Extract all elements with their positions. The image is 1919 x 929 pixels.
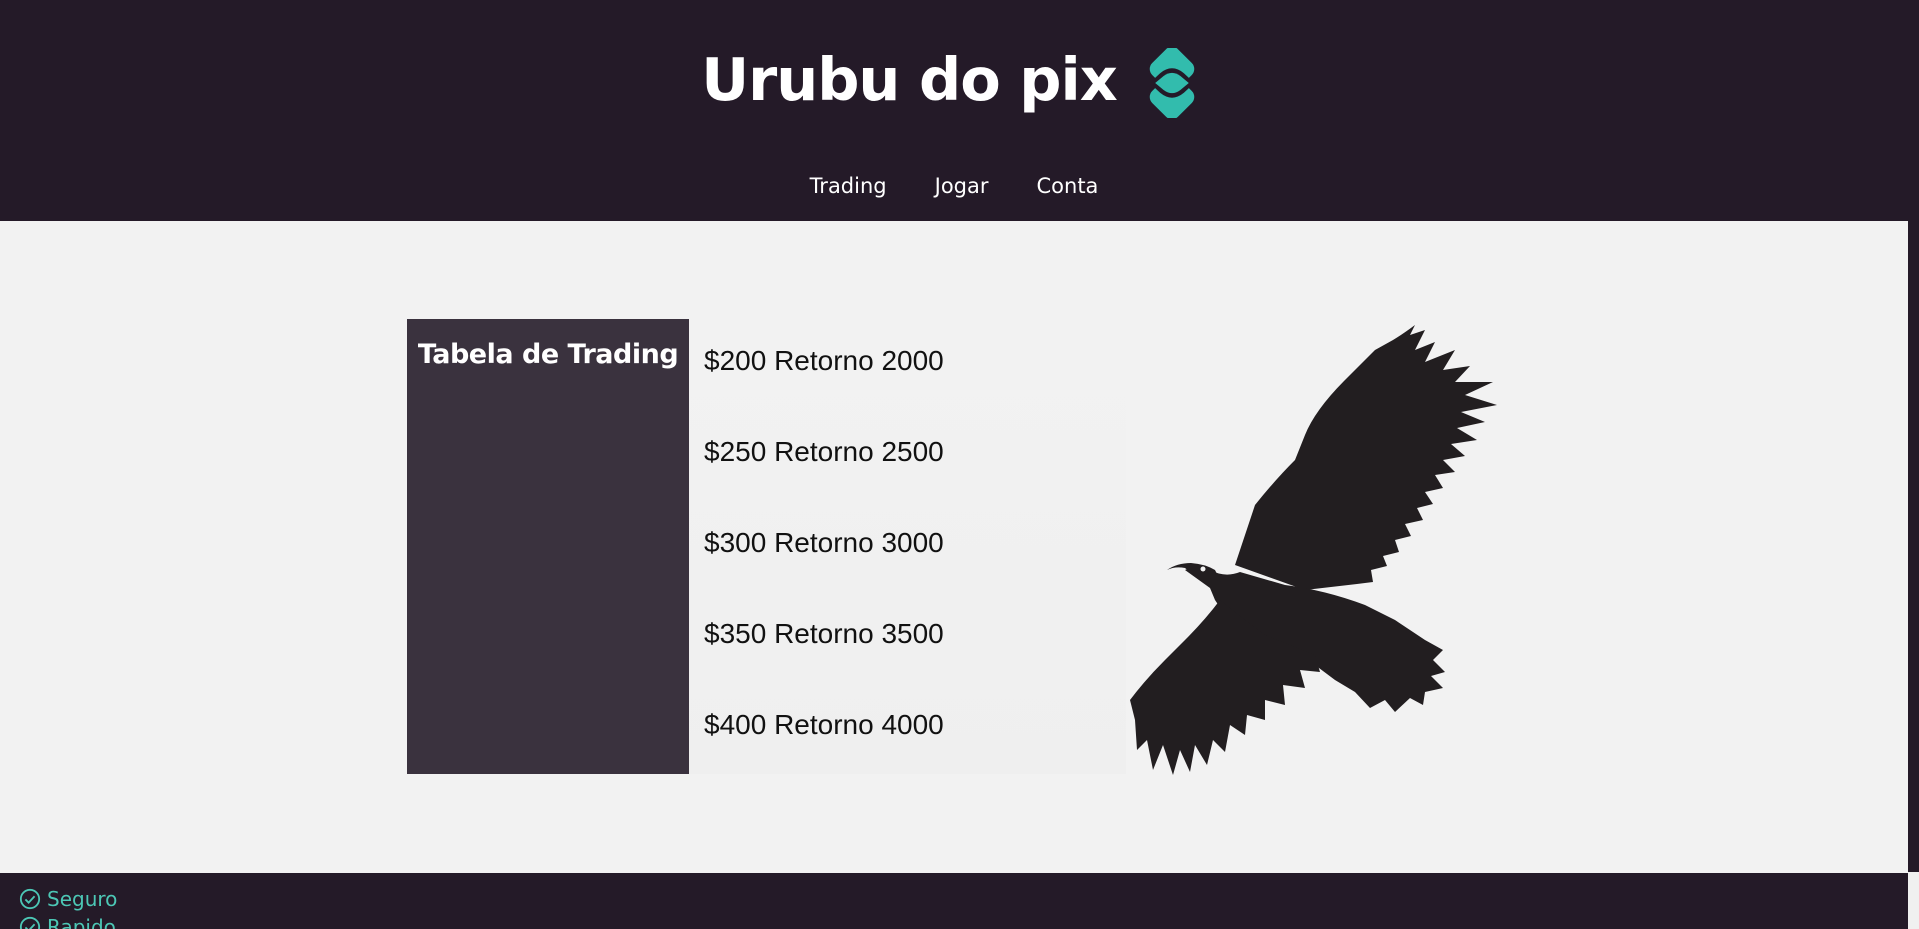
trading-table: Tabela de Trading $200 Retorno 2000 $250… bbox=[407, 319, 1126, 774]
nav-item-jogar[interactable]: Jogar bbox=[935, 174, 989, 198]
pix-icon bbox=[1149, 48, 1195, 118]
main-nav: Trading Jogar Conta bbox=[0, 174, 1908, 198]
nav-item-trading[interactable]: Trading bbox=[810, 174, 887, 198]
feature-rapido: Rapido bbox=[19, 915, 116, 929]
trading-table-rows: $200 Retorno 2000 $250 Retorno 2500 $300… bbox=[689, 319, 1126, 774]
title-row: Urubu do pix bbox=[0, 40, 1908, 120]
trading-row: $300 Retorno 3000 bbox=[704, 527, 944, 558]
check-circle-icon bbox=[19, 916, 41, 929]
trading-row: $200 Retorno 2000 bbox=[704, 345, 944, 376]
trading-row: $350 Retorno 3500 bbox=[704, 618, 944, 649]
trading-row: $250 Retorno 2500 bbox=[704, 436, 944, 467]
vulture-silhouette bbox=[1130, 325, 1497, 775]
site-header: Urubu do pix Trading Jogar Conta bbox=[0, 0, 1908, 221]
feature-label: Rapido bbox=[47, 915, 116, 929]
trading-row: $400 Retorno 4000 bbox=[704, 709, 944, 740]
feature-seguro: Seguro bbox=[19, 887, 117, 911]
check-circle-icon bbox=[19, 888, 41, 910]
nav-item-conta[interactable]: Conta bbox=[1037, 174, 1099, 198]
site-footer: Seguro Rapido bbox=[0, 873, 1908, 929]
site-title: Urubu do pix bbox=[701, 45, 1118, 114]
scrollbar-thumb[interactable] bbox=[1908, 0, 1919, 872]
feature-label: Seguro bbox=[47, 887, 118, 911]
trading-table-header: Tabela de Trading bbox=[407, 319, 689, 774]
trading-table-title: Tabela de Trading bbox=[417, 339, 679, 370]
